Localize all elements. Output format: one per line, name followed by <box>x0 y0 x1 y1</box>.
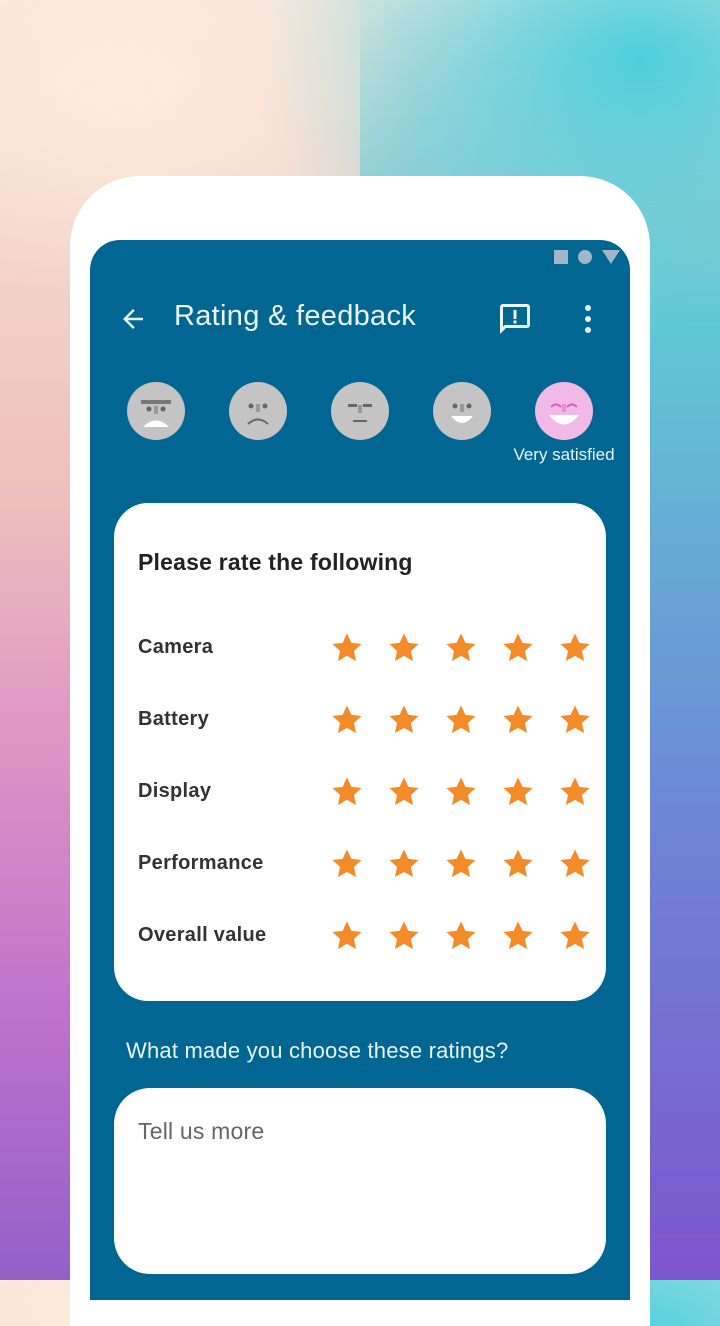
satisfied-face-icon[interactable] <box>433 382 491 440</box>
rating-label: Battery <box>138 708 210 730</box>
star-icon[interactable] <box>489 772 546 812</box>
star-icon[interactable] <box>546 628 603 668</box>
rating-label: Display <box>138 780 212 802</box>
feedback-question: What made you choose these ratings? <box>126 1038 509 1063</box>
star-icon[interactable] <box>489 700 546 740</box>
star-rating <box>318 916 603 956</box>
star-icon[interactable] <box>375 844 432 884</box>
star-rating <box>318 628 603 668</box>
back-arrow-icon[interactable] <box>118 304 148 334</box>
star-icon[interactable] <box>546 772 603 812</box>
page-title: Rating & feedback <box>174 300 417 332</box>
star-icon[interactable] <box>375 916 432 956</box>
star-icon[interactable] <box>318 700 375 740</box>
rating-row-overall-value: Overall value <box>138 916 598 956</box>
star-icon[interactable] <box>432 700 489 740</box>
star-icon[interactable] <box>432 628 489 668</box>
star-icon[interactable] <box>375 700 432 740</box>
rating-heading: Please rate the following <box>138 549 413 575</box>
rating-label: Camera <box>138 636 214 658</box>
star-icon[interactable] <box>546 844 603 884</box>
neutral-face-icon[interactable] <box>331 382 389 440</box>
home-icon <box>578 250 592 264</box>
app-screen: Rating & feedback Very satisfied Please … <box>90 240 630 1300</box>
star-icon[interactable] <box>546 700 603 740</box>
selected-face-label: Very satisfied <box>513 445 615 464</box>
star-rating <box>318 700 603 740</box>
star-rating <box>318 844 603 884</box>
star-icon[interactable] <box>375 772 432 812</box>
status-bar <box>554 250 620 264</box>
star-icon[interactable] <box>489 628 546 668</box>
satisfaction-faces: Very satisfied <box>90 382 630 492</box>
feedback-icon[interactable] <box>497 301 533 337</box>
dissatisfied-face-icon[interactable] <box>229 382 287 440</box>
rating-row-performance: Performance <box>138 844 598 884</box>
rating-card: Please rate the following Camera Battery… <box>114 503 606 1001</box>
star-icon[interactable] <box>489 844 546 884</box>
feedback-text-field[interactable]: Tell us more <box>114 1088 606 1274</box>
star-icon[interactable] <box>546 916 603 956</box>
star-icon[interactable] <box>318 916 375 956</box>
toolbar: Rating & feedback <box>90 294 630 344</box>
back-nav-icon <box>602 250 620 264</box>
more-vert-icon[interactable] <box>576 302 600 336</box>
recents-icon <box>554 250 568 264</box>
star-icon[interactable] <box>318 628 375 668</box>
rating-row-display: Display <box>138 772 598 812</box>
rating-row-battery: Battery <box>138 700 598 740</box>
star-rating <box>318 772 603 812</box>
rating-label: Overall value <box>138 924 267 946</box>
star-icon[interactable] <box>432 916 489 956</box>
star-icon[interactable] <box>318 772 375 812</box>
rating-label: Performance <box>138 852 264 874</box>
star-icon[interactable] <box>489 916 546 956</box>
star-icon[interactable] <box>375 628 432 668</box>
very-dissatisfied-face-icon[interactable] <box>127 382 185 440</box>
star-icon[interactable] <box>432 772 489 812</box>
star-icon[interactable] <box>318 844 375 884</box>
star-icon[interactable] <box>432 844 489 884</box>
rating-row-camera: Camera <box>138 628 598 668</box>
feedback-placeholder: Tell us more <box>138 1118 265 1144</box>
very-satisfied-face-icon[interactable] <box>535 382 593 440</box>
